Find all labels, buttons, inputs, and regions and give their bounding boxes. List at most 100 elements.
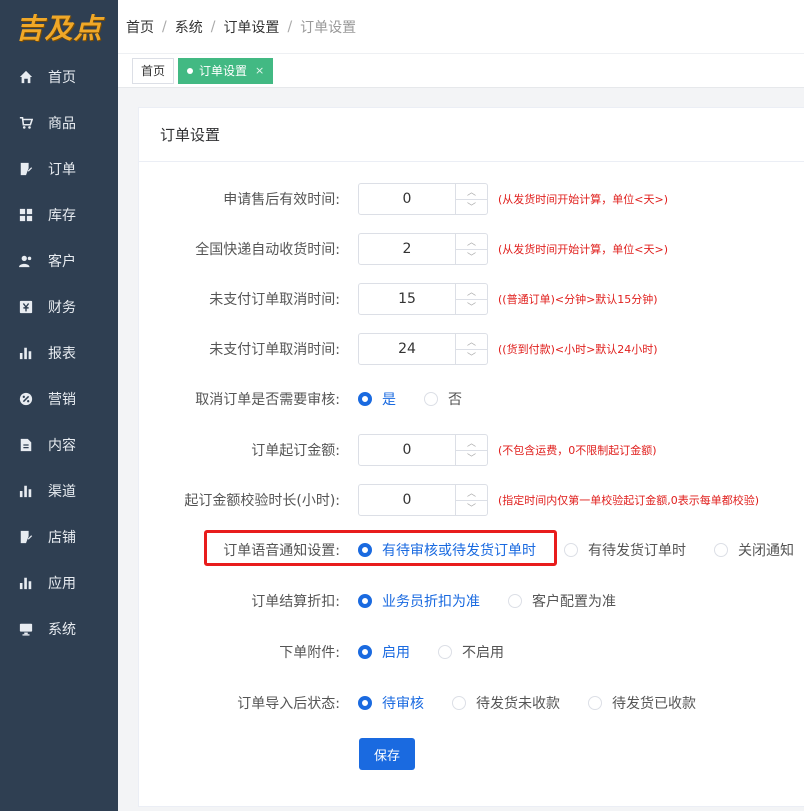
auto-receive-hint: (从发货时间开始计算，单位<天>) bbox=[498, 243, 669, 256]
auto-receive-input[interactable]: 2 bbox=[359, 234, 455, 264]
min-amount-stepper[interactable]: 0 ︿ ﹀ bbox=[358, 434, 488, 466]
attachment-row: 下单附件: 启用 不启用 bbox=[138, 636, 804, 668]
min-amount-check-input[interactable]: 0 bbox=[359, 485, 455, 515]
min-amount-row: 订单起订金额: 0 ︿ ﹀ (不包含运费，0不限制起订金额) bbox=[138, 434, 804, 466]
import-status-pending-review-radio[interactable]: 待审核 bbox=[358, 693, 424, 713]
sidebar-item-label: 订单 bbox=[48, 162, 76, 178]
store-icon bbox=[18, 529, 34, 545]
sidebar-item-label: 店铺 bbox=[48, 530, 76, 546]
sidebar-item-marketing[interactable]: 营销 bbox=[0, 376, 118, 422]
sidebar-item-label: 报表 bbox=[48, 346, 76, 362]
cancel-review-no-radio[interactable]: 否 bbox=[424, 389, 462, 409]
voice-notify-pending-review-radio[interactable]: 有待审核或待发货订单时 bbox=[358, 540, 536, 560]
sidebar-item-finance[interactable]: 财务 bbox=[0, 284, 118, 330]
sidebar-item-channels[interactable]: 渠道 bbox=[0, 468, 118, 514]
bar-chart-icon bbox=[18, 345, 34, 361]
decrement-button[interactable]: ﹀ bbox=[456, 250, 487, 265]
sidebar-item-customers[interactable]: 客户 bbox=[0, 238, 118, 284]
sidebar-item-label: 营销 bbox=[48, 392, 76, 408]
auto-receive-label: 全国快递自动收货时间: bbox=[195, 242, 340, 258]
sidebar-item-orders[interactable]: 订单 bbox=[0, 146, 118, 192]
card-title: 订单设置 bbox=[139, 108, 804, 162]
sidebar-item-home[interactable]: 首页 bbox=[0, 54, 118, 100]
settle-discount-row: 订单结算折扣: 业务员折扣为准 客户配置为准 bbox=[138, 585, 804, 617]
close-icon[interactable]: × bbox=[255, 64, 264, 77]
breadcrumb-item[interactable]: 订单设置 bbox=[223, 17, 279, 37]
min-amount-label: 订单起订金额: bbox=[251, 443, 340, 459]
sidebar-item-reports[interactable]: 报表 bbox=[0, 330, 118, 376]
auto-receive-stepper[interactable]: 2 ︿ ﹀ bbox=[358, 233, 488, 265]
unpaid-cancel-stepper[interactable]: 15 ︿ ﹀ bbox=[358, 283, 488, 315]
increment-button[interactable]: ︿ bbox=[456, 435, 487, 451]
attachment-disable-radio[interactable]: 不启用 bbox=[438, 642, 504, 662]
after-sale-label: 申请售后有效时间: bbox=[223, 192, 340, 208]
decrement-button[interactable]: ﹀ bbox=[456, 350, 487, 365]
sidebar-item-label: 财务 bbox=[48, 300, 76, 316]
increment-button[interactable]: ︿ bbox=[456, 334, 487, 350]
unpaid-cancel-stepper[interactable]: 24 ︿ ﹀ bbox=[358, 333, 488, 365]
breadcrumb: 首页 / 系统 / 订单设置 / 订单设置 bbox=[118, 0, 804, 54]
sidebar-item-label: 库存 bbox=[48, 208, 76, 224]
sidebar-item-goods[interactable]: 商品 bbox=[0, 100, 118, 146]
save-button[interactable]: 保存 bbox=[359, 738, 415, 770]
decrement-button[interactable]: ﹀ bbox=[456, 451, 487, 466]
min-amount-hint: (不包含运费，0不限制起订金额) bbox=[498, 444, 657, 457]
cart-icon bbox=[18, 115, 34, 131]
after-sale-stepper[interactable]: 0 ︿ ﹀ bbox=[358, 183, 488, 215]
sidebar-item-inventory[interactable]: 库存 bbox=[0, 192, 118, 238]
import-status-paid-radio[interactable]: 待发货已收款 bbox=[588, 693, 696, 713]
auto-receive-row: 全国快递自动收货时间: 2 ︿ ﹀ (从发货时间开始计算，单位<天>) bbox=[138, 233, 804, 265]
sidebar-item-content[interactable]: 内容 bbox=[0, 422, 118, 468]
unpaid-cancel-input[interactable]: 24 bbox=[359, 334, 455, 364]
sidebar-item-store[interactable]: 店铺 bbox=[0, 514, 118, 560]
min-amount-input[interactable]: 0 bbox=[359, 435, 455, 465]
tab-home[interactable]: 首页 bbox=[132, 57, 175, 84]
min-amount-check-row: 起订金额校验时长(小时): 0 ︿ ﹀ (指定时间内仅第一单校验起订金额,0表示… bbox=[138, 484, 804, 516]
document-icon bbox=[18, 437, 34, 453]
unpaid-cancel-hint: ((货到付款)<小时>默认24小时) bbox=[498, 343, 658, 356]
settle-discount-customer-radio[interactable]: 客户配置为准 bbox=[508, 591, 616, 611]
unpaid-cancel-label: 未支付订单取消时间: bbox=[209, 292, 340, 308]
attachment-enable-radio[interactable]: 启用 bbox=[358, 642, 410, 662]
breadcrumb-item[interactable]: 系统 bbox=[175, 17, 203, 37]
unpaid-cancel-row-1: 未支付订单取消时间: 15 ︿ ﹀ ((普通订单)<分钟>默认15分钟) bbox=[138, 283, 804, 315]
unpaid-cancel-row-2: 未支付订单取消时间: 24 ︿ ﹀ ((货到付款)<小时>默认24小时) bbox=[138, 333, 804, 365]
increment-button[interactable]: ︿ bbox=[456, 234, 487, 250]
increment-button[interactable]: ︿ bbox=[456, 485, 487, 501]
sidebar: 吉及点 首页 商品 订单 库存 客户 财务 报表 营销 内容 渠道 店铺 应用 … bbox=[0, 0, 118, 811]
bar-chart-icon bbox=[18, 483, 34, 499]
decrement-button[interactable]: ﹀ bbox=[456, 200, 487, 215]
import-status-label: 订单导入后状态: bbox=[237, 696, 340, 712]
cancel-review-yes-radio[interactable]: 是 bbox=[358, 389, 396, 409]
sidebar-item-label: 商品 bbox=[48, 116, 76, 132]
min-amount-check-stepper[interactable]: 0 ︿ ﹀ bbox=[358, 484, 488, 516]
sidebar-item-apps[interactable]: 应用 bbox=[0, 560, 118, 606]
monitor-icon bbox=[18, 621, 34, 637]
increment-button[interactable]: ︿ bbox=[456, 284, 487, 300]
decrement-button[interactable]: ﹀ bbox=[456, 300, 487, 315]
voice-notify-pending-ship-radio[interactable]: 有待发货订单时 bbox=[564, 540, 686, 560]
tab-bar: 首页 订单设置 × bbox=[118, 54, 804, 88]
after-sale-row: 申请售后有效时间: 0 ︿ ﹀ (从发货时间开始计算，单位<天>) bbox=[138, 183, 804, 215]
after-sale-hint: (从发货时间开始计算，单位<天>) bbox=[498, 193, 669, 206]
breadcrumb-current: 订单设置 bbox=[300, 19, 357, 36]
active-dot-icon bbox=[187, 67, 194, 74]
logo[interactable]: 吉及点 bbox=[0, 0, 118, 54]
settle-discount-salesman-radio[interactable]: 业务员折扣为准 bbox=[358, 591, 480, 611]
unpaid-cancel-hint: ((普通订单)<分钟>默认15分钟) bbox=[498, 293, 658, 306]
voice-notify-off-radio[interactable]: 关闭通知 bbox=[714, 540, 794, 560]
increment-button[interactable]: ︿ bbox=[456, 184, 487, 200]
breadcrumb-item[interactable]: 首页 bbox=[126, 17, 154, 37]
voice-notify-row: 订单语音通知设置: 有待审核或待发货订单时 有待发货订单时 关闭通知 bbox=[138, 534, 804, 566]
decrement-button[interactable]: ﹀ bbox=[456, 501, 487, 516]
sidebar-item-label: 客户 bbox=[48, 254, 76, 270]
cancel-review-label: 取消订单是否需要审核: bbox=[195, 392, 340, 408]
unpaid-cancel-input[interactable]: 15 bbox=[359, 284, 455, 314]
import-status-unpaid-radio[interactable]: 待发货未收款 bbox=[452, 693, 560, 713]
sidebar-item-system[interactable]: 系统 bbox=[0, 606, 118, 652]
tab-order-settings[interactable]: 订单设置 × bbox=[178, 57, 274, 84]
sidebar-item-label: 首页 bbox=[48, 70, 76, 86]
grid-icon bbox=[18, 207, 34, 223]
min-amount-check-hint: (指定时间内仅第一单校验起订金额,0表示每单都校验) bbox=[498, 494, 760, 507]
after-sale-input[interactable]: 0 bbox=[359, 184, 455, 214]
